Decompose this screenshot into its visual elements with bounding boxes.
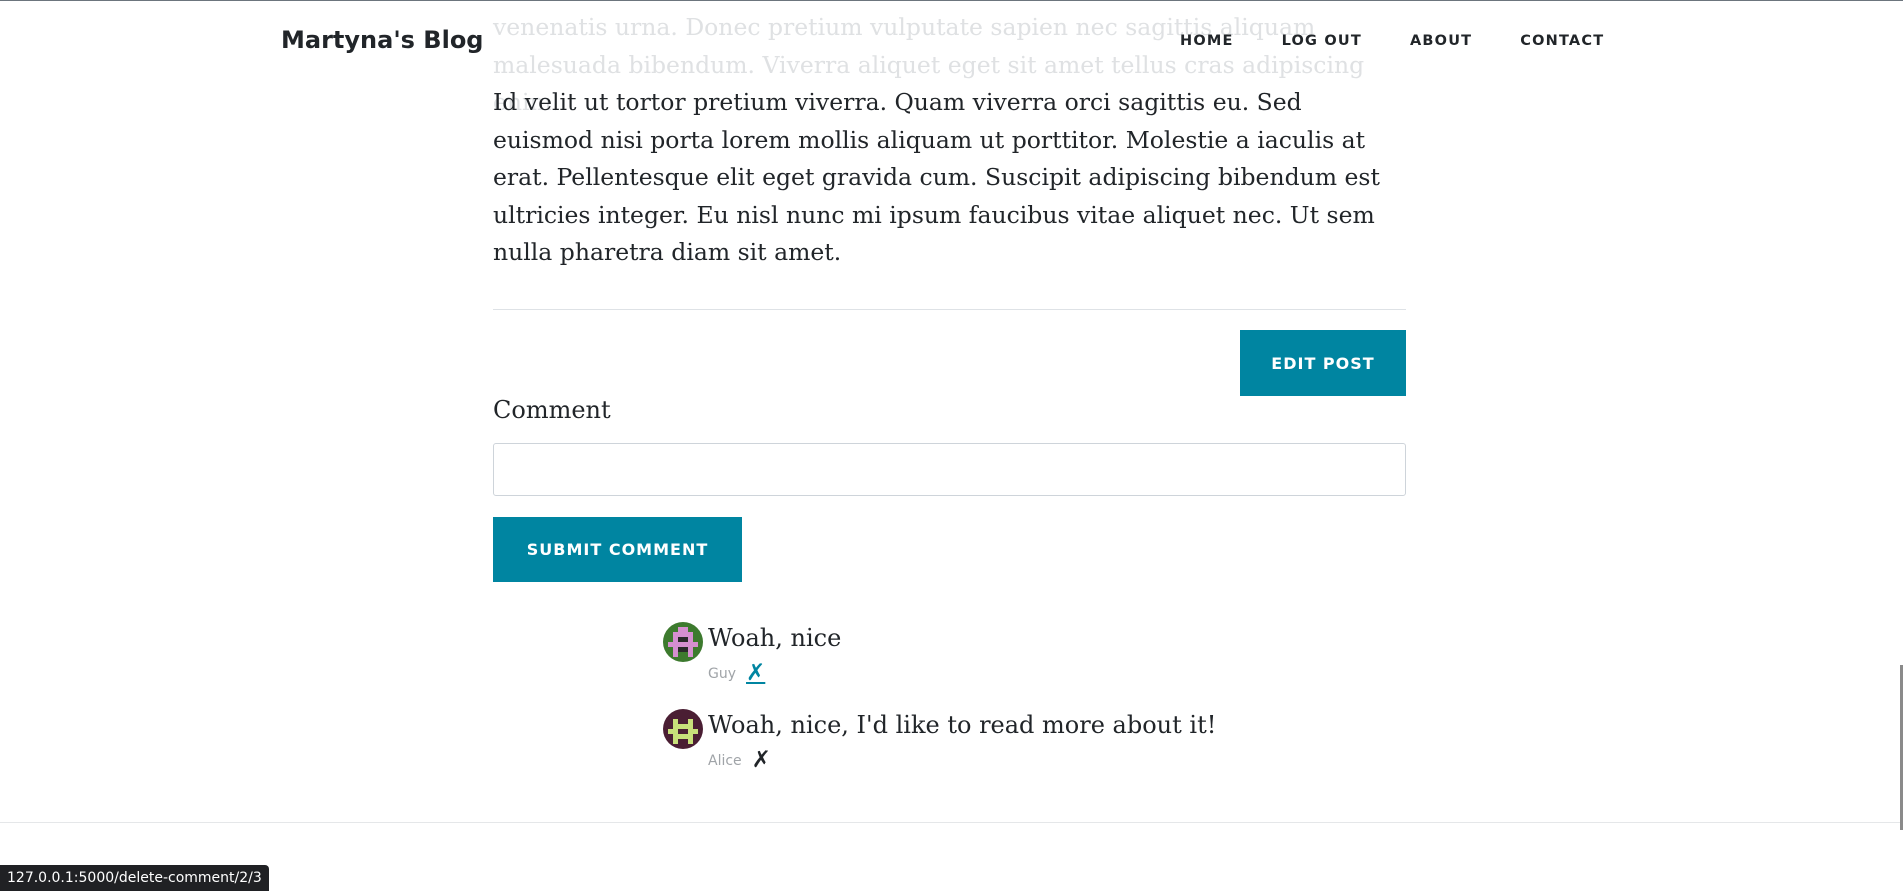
page: venenatis urna. Donec pretium vulputate … — [0, 0, 1903, 891]
nav-links: HOME LOG OUT ABOUT CONTACT — [1180, 33, 1652, 49]
nav-link-home[interactable]: HOME — [1180, 33, 1234, 49]
delete-comment-link[interactable]: ✗ — [752, 749, 771, 772]
comment-body: Woah, nice, I'd like to read more about … — [708, 709, 1216, 772]
delete-comment-link[interactable]: ✗ — [746, 662, 765, 685]
comment-label: Comment — [493, 396, 611, 424]
nav-link-about[interactable]: ABOUT — [1410, 33, 1472, 49]
brand-logo-link[interactable]: Martyna's Blog — [281, 26, 484, 54]
footer-divider — [0, 822, 1903, 823]
comment-input[interactable] — [493, 443, 1406, 496]
avatar — [663, 622, 703, 662]
comment-text: Woah, nice, I'd like to read more about … — [708, 711, 1217, 739]
nav-link-logout[interactable]: LOG OUT — [1282, 33, 1362, 49]
navbar: Martyna's Blog HOME LOG OUT ABOUT CONTAC… — [0, 0, 1903, 85]
comment-author: Alice — [708, 752, 742, 769]
submit-comment-button[interactable]: SUBMIT COMMENT — [493, 517, 742, 582]
post-divider — [493, 309, 1406, 310]
post-body-text: Id velit ut tortor pretium viverra. Quam… — [493, 88, 1380, 267]
comment-text: Woah, nice — [708, 624, 842, 652]
post-body: Id velit ut tortor pretium viverra. Quam… — [493, 84, 1406, 272]
comment-body: Woah, nice Guy ✗ — [708, 622, 841, 685]
comment-meta: Guy ✗ — [708, 662, 841, 685]
comment-author: Guy — [708, 665, 737, 682]
comment-item: Woah, nice Guy ✗ — [663, 622, 841, 685]
nav-link-contact[interactable]: CONTACT — [1520, 33, 1604, 49]
comment-item: Woah, nice, I'd like to read more about … — [663, 709, 1216, 772]
edit-post-button[interactable]: EDIT POST — [1240, 330, 1406, 396]
avatar — [663, 709, 703, 749]
comment-meta: Alice ✗ — [708, 749, 1216, 772]
link-status-bar: 127.0.0.1:5000/delete-comment/2/3 — [0, 865, 269, 891]
